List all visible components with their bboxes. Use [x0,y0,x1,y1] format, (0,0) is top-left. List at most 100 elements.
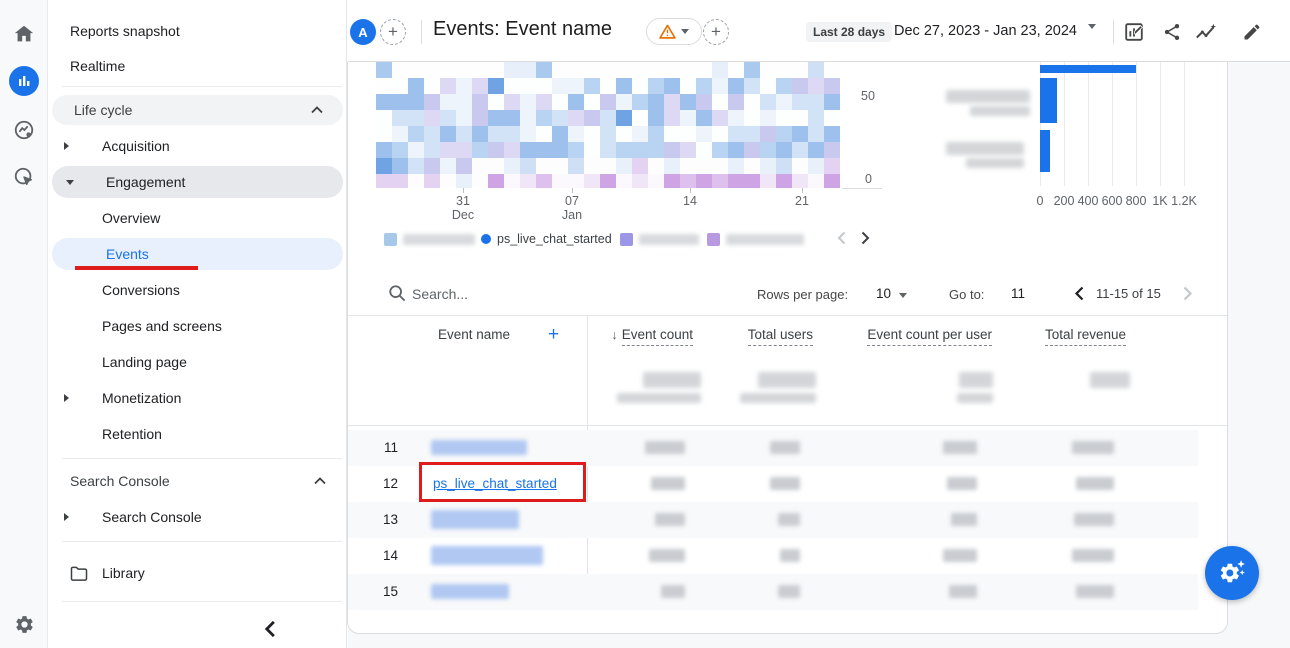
plus-icon: + [548,324,559,345]
redacted-value [661,585,685,598]
sidebar-item-landing-page[interactable]: Landing page [48,347,346,377]
gridline [1184,62,1185,186]
redacted-text [403,234,475,245]
goto-page-input[interactable]: 11 [1011,286,1025,301]
legend-next-button[interactable] [856,229,874,247]
date-range-selector[interactable]: Dec 27, 2023 - Jan 23, 2024 [894,23,1077,39]
section-label: Search Console [70,473,170,489]
redacted-value [1074,513,1114,526]
nav-advertising-button[interactable] [0,157,48,197]
nav-admin-button[interactable] [0,604,48,644]
sidebar-section-search-console[interactable]: Search Console [48,466,346,496]
row-number: 15 [366,584,398,599]
redacted-value [1076,477,1114,490]
gear-icon [14,614,35,635]
sidebar-item-realtime[interactable]: Realtime [48,51,346,81]
gridline [1112,62,1113,186]
avatar[interactable]: A [350,19,376,45]
tick-mark [463,188,464,193]
caret-right-icon [64,513,69,521]
insights-button[interactable] [1194,20,1218,44]
x-axis-tick-label: 07Jan [550,194,594,222]
sidebar-item-engagement[interactable]: Engagement [52,166,343,198]
row-number: 13 [366,512,398,527]
customize-report-button[interactable] [1122,20,1146,44]
sidebar-item-overview[interactable]: Overview [48,203,346,233]
column-header-event-count[interactable]: ↓Event count [611,327,693,342]
sidebar-item-monetization[interactable]: Monetization [48,383,346,413]
warning-icon [659,24,676,39]
divider [62,458,342,459]
collapse-sidebar-button[interactable] [262,620,282,640]
divider [62,541,342,542]
nav-explore-button[interactable] [0,110,48,150]
column-header-total-revenue[interactable]: Total revenue [1045,327,1126,342]
legend-swatch [707,233,720,246]
divider [62,86,342,87]
sidebar-item-conversions[interactable]: Conversions [48,275,346,305]
add-comparison-button[interactable]: + [380,19,406,45]
redacted-bar-label [970,106,1030,116]
gridline [1160,62,1161,186]
previous-page-button[interactable] [1070,284,1088,302]
legend-item-redacted[interactable] [620,232,699,246]
redacted-event-name [431,510,519,529]
legend-item-selected[interactable]: ps_live_chat_started [481,232,612,246]
sidebar-label: Landing page [102,354,187,370]
nav-home-button[interactable] [0,14,48,54]
section-label: Life cycle [74,102,132,118]
sidebar-label: Search Console [102,509,202,525]
add-dimension-button[interactable]: + [548,325,559,344]
search-input[interactable]: Search... [412,286,468,302]
redacted-total-value [758,372,816,388]
data-quality-dropdown[interactable] [646,18,702,45]
table-row: 14 [348,538,1198,574]
row-number: 11 [366,440,398,455]
divider [348,425,1227,426]
sidebar-item-search-console[interactable]: Search Console [48,502,346,532]
explore-icon [13,119,35,141]
column-header-total-users[interactable]: Total users [748,327,813,342]
add-segment-button[interactable]: + [703,19,729,45]
share-button[interactable] [1160,20,1184,44]
sidebar-item-pages-and-screens[interactable]: Pages and screens [48,311,346,341]
tick-mark [572,188,573,193]
table-row: 11 [348,430,1198,466]
sidebar-label: Overview [102,210,160,226]
goto-label: Go to: [949,287,984,302]
search-icon [388,284,406,302]
nav-reports-button[interactable] [0,61,48,101]
tick-mark [802,188,803,193]
chevron-left-icon [1074,286,1084,301]
redacted-value [651,477,685,490]
legend-item-redacted[interactable] [384,232,475,246]
row-number: 14 [366,548,398,563]
home-icon [13,23,35,45]
rows-per-page-select[interactable]: 10 [876,286,891,301]
redacted-value [949,585,977,598]
redacted-text [726,234,804,245]
insights-fab-button[interactable] [1205,546,1259,600]
edit-button[interactable] [1240,20,1264,44]
events-report-card: 50 0 31Dec07Jan1421 ps_live_chat_started… [347,62,1228,634]
redacted-value [770,477,800,490]
sidebar-label: Retention [102,426,162,442]
caret-right-icon [64,142,69,150]
sidebar-item-acquisition[interactable]: Acquisition [48,131,346,161]
sidebar-item-retention[interactable]: Retention [48,419,346,449]
red-box-annotation [419,462,586,502]
next-page-button[interactable] [1179,284,1197,302]
caret-down-icon [681,29,689,34]
sidebar-item-library[interactable]: Library [48,558,346,588]
redacted-value [780,549,800,562]
chevron-up-icon [314,477,326,485]
sidebar-item-reports-snapshot[interactable]: Reports snapshot [48,16,346,46]
redacted-value [770,441,800,454]
column-header-event-count-per-user[interactable]: Event count per user [867,327,992,342]
legend-prev-button[interactable] [832,229,850,247]
sidebar-section-life-cycle[interactable]: Life cycle [52,95,343,125]
search-button[interactable] [388,284,406,307]
column-header-event-name[interactable]: Event name [438,327,510,342]
redacted-value [778,585,800,598]
legend-item-redacted[interactable] [707,232,804,246]
